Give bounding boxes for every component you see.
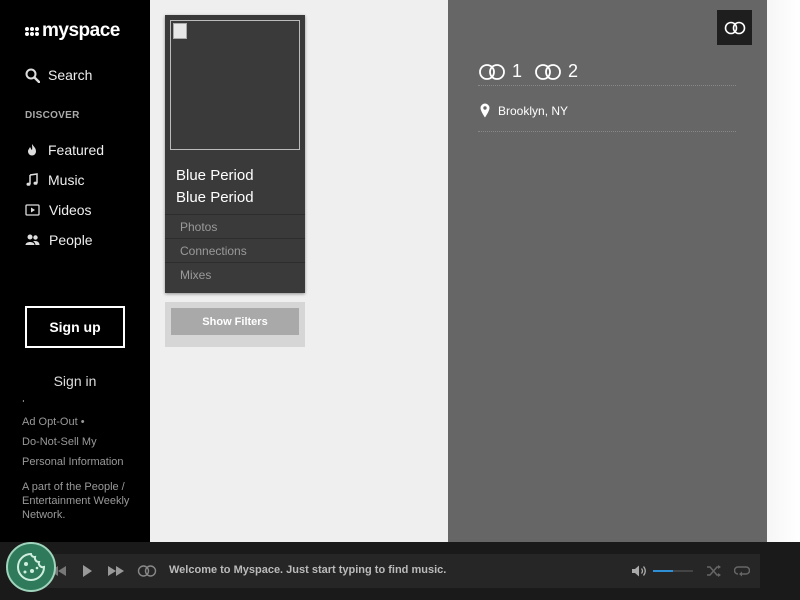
volume-level <box>653 570 673 572</box>
nav-item-label: Videos <box>49 202 92 218</box>
nav-search[interactable]: Search <box>25 67 92 83</box>
logo-text: myspace <box>42 20 120 41</box>
profile-image[interactable] <box>170 20 300 150</box>
footer-separator: • <box>80 416 85 428</box>
connect-song-button[interactable] <box>135 562 159 580</box>
profile-tabs: Photos Connections Mixes <box>165 214 305 286</box>
footer-links: Ad Opt-Out • Do-Not-Sell My Personal Inf… <box>22 412 142 472</box>
connections-out[interactable]: 2 <box>534 61 578 82</box>
repeat-icon <box>734 566 750 577</box>
broken-image-icon <box>173 23 187 39</box>
do-not-sell-link[interactable]: Do-Not-Sell My Personal Information <box>22 436 124 468</box>
connection-stats: 1 2 <box>478 58 736 86</box>
network-note: A part of the People / Entertainment Wee… <box>22 481 130 521</box>
people-icon <box>25 234 40 245</box>
connect-icon <box>137 565 157 577</box>
player-controls: Welcome to Myspace. Just start typing to… <box>40 554 760 588</box>
volume-slider[interactable] <box>653 570 693 572</box>
player-message: Welcome to Myspace. Just start typing to… <box>169 564 447 576</box>
tab-connections[interactable]: Connections <box>165 238 305 262</box>
page-edge <box>767 0 800 542</box>
shuffle-button[interactable] <box>704 562 724 580</box>
profile-card: Blue Period Blue Period Photos Connectio… <box>165 15 305 293</box>
myspace-logo-icon <box>25 26 39 36</box>
video-icon <box>25 204 40 216</box>
profile-detail-panel: 1 2 Brooklyn, NY <box>448 0 767 542</box>
tab-mixes[interactable]: Mixes <box>165 262 305 286</box>
location-row: Brooklyn, NY <box>478 90 736 132</box>
nav-item-featured[interactable]: Featured <box>25 135 104 165</box>
player-bar: Welcome to Myspace. Just start typing to… <box>0 542 800 600</box>
nav-item-label: Featured <box>48 142 105 158</box>
next-button[interactable] <box>106 562 126 580</box>
volume-button[interactable] <box>629 562 649 580</box>
myspace-logo[interactable]: myspace <box>25 20 120 42</box>
nav-item-videos[interactable]: Videos <box>25 195 104 225</box>
location-text: Brooklyn, NY <box>498 103 569 118</box>
location-pin-icon <box>480 103 490 118</box>
cookie-icon <box>17 552 46 581</box>
next-icon <box>108 566 124 576</box>
connect-button[interactable] <box>717 10 752 45</box>
connections-out-count: 2 <box>568 61 579 81</box>
connect-icon <box>724 21 745 34</box>
repeat-button[interactable] <box>732 562 752 580</box>
nav-item-label: Music <box>48 172 85 188</box>
cookie-settings-button[interactable] <box>6 542 56 592</box>
profile-name-line: Blue Period <box>176 167 254 184</box>
connections-out-icon <box>535 63 561 80</box>
connections-in[interactable]: 1 <box>478 61 522 82</box>
speaker-icon <box>632 565 646 577</box>
filters-container: Show Filters <box>165 302 305 347</box>
play-button[interactable] <box>77 562 97 580</box>
flame-icon <box>28 144 36 156</box>
nav-item-label: People <box>49 232 93 248</box>
music-note-icon <box>26 173 38 186</box>
search-icon <box>25 68 40 83</box>
shuffle-icon <box>707 565 721 577</box>
sign-up-button[interactable]: Sign up <box>25 306 125 348</box>
profile-name: Blue Period Blue Period <box>176 165 301 209</box>
connections-in-count: 1 <box>512 61 523 81</box>
profile-name-line: Blue Period <box>176 189 254 206</box>
nav-item-music[interactable]: Music <box>25 165 104 195</box>
ad-opt-out-link[interactable]: Ad Opt-Out <box>22 416 78 428</box>
play-icon <box>83 565 92 577</box>
tab-photos[interactable]: Photos <box>165 214 305 238</box>
sign-in-button[interactable]: Sign in <box>20 362 130 400</box>
discover-heading: DISCOVER <box>25 110 80 121</box>
nav-list: Featured Music Videos People <box>25 135 104 255</box>
nav-item-people[interactable]: People <box>25 225 104 255</box>
show-filters-button[interactable]: Show Filters <box>171 308 299 335</box>
nav-search-label: Search <box>48 67 93 83</box>
sidebar: myspace Search DISCOVER Featured Music V… <box>0 0 150 542</box>
connections-in-icon <box>479 63 505 80</box>
